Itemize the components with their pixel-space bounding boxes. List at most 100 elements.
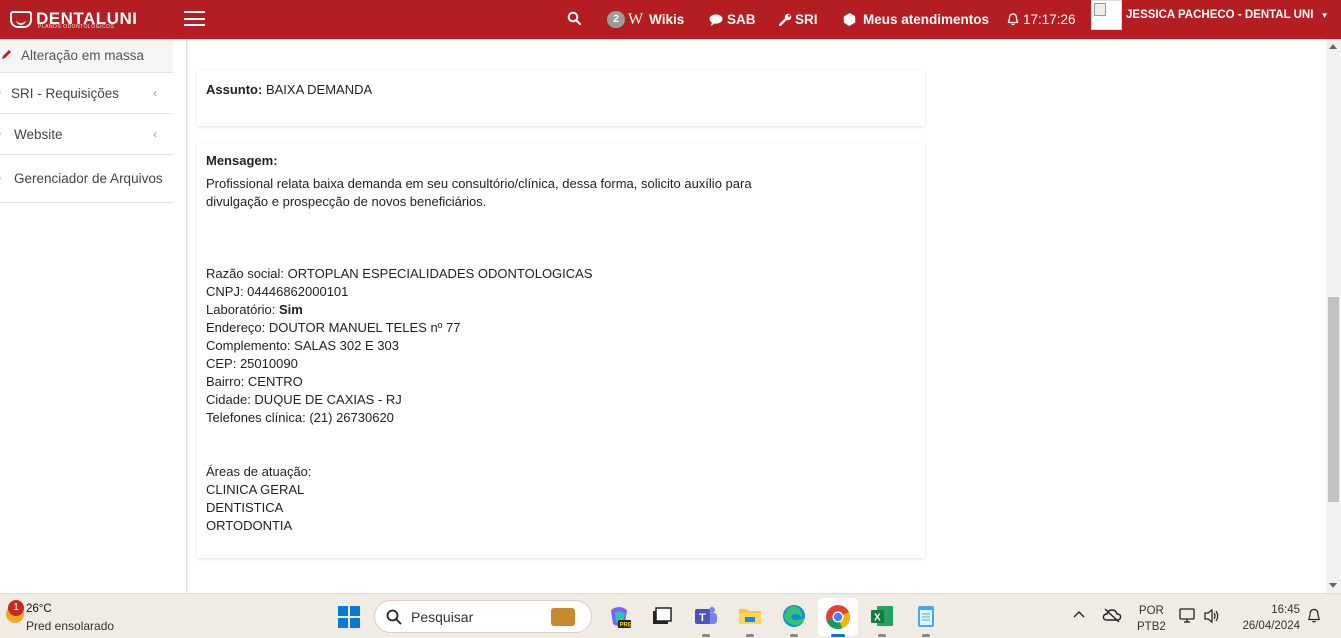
teams-icon[interactable]: T	[692, 602, 720, 637]
meus-atendimentos-label: Meus atendimentos	[863, 12, 990, 27]
cep: CEP: 25010090	[206, 356, 298, 371]
temperature: 26°C	[26, 603, 52, 615]
sidebar: Alteração em massa • SRI - Requisições ‹…	[0, 39, 187, 593]
laboratorio-label: Laboratório:	[206, 302, 279, 317]
tooth-logo-icon	[10, 10, 32, 28]
chevron-left-icon: ‹	[153, 86, 157, 100]
sidebar-item-label: SRI - Requisições	[11, 85, 120, 101]
running-indicator	[878, 634, 886, 637]
sidebar-item-label: Gerenciador de Arquivos	[14, 171, 163, 186]
running-indicator	[790, 634, 798, 637]
language-code: POR	[1138, 605, 1164, 617]
weather-condition: Pred ensolarado	[26, 619, 115, 633]
wrench-icon	[779, 13, 792, 26]
caret-down-icon: ▼	[1320, 11, 1329, 20]
subject-card: Assunto: BAIXA DEMANDA	[197, 70, 925, 126]
areas-label: Áreas de atuação:	[206, 464, 312, 479]
clock-time: 16:45	[1271, 604, 1300, 616]
copilot-icon[interactable]: PRE	[605, 602, 633, 630]
windows-taskbar: 1 26°C Pred ensolarado Pesquisar PRE T X	[0, 593, 1341, 638]
nav-clock: 17:17:26	[1007, 0, 1076, 39]
message-label: Mensagem:	[206, 153, 278, 168]
clock-date: 26/04/2024	[1242, 620, 1300, 632]
search-placeholder: Pesquisar	[411, 608, 474, 625]
sri-label: SRI	[795, 12, 818, 27]
task-view-icon[interactable]	[648, 602, 676, 630]
chrome-browser-icon[interactable]	[818, 598, 858, 637]
svg-text:PRE: PRE	[620, 623, 632, 629]
taskbar-search-input[interactable]: Pesquisar	[374, 600, 592, 633]
running-indicator	[746, 634, 754, 637]
notification-badge: 1	[8, 600, 24, 616]
sidebar-item-website[interactable]: • Website ‹	[0, 114, 173, 155]
message-card: Mensagem: Profissional relata baixa dema…	[197, 143, 925, 558]
scroll-up-arrow-icon[interactable]	[1329, 44, 1337, 49]
svg-text:T: T	[699, 612, 706, 624]
search-icon	[386, 609, 402, 624]
dot-icon: •	[0, 128, 9, 140]
page-scrollbar[interactable]	[1326, 39, 1341, 593]
sidebar-item-label: Alteração em massa	[21, 48, 145, 63]
network-icon[interactable]	[1179, 608, 1197, 638]
dentaluni-logo[interactable]: DENTALUNI PLANOS ODONTOLÓGICOS	[10, 6, 145, 32]
keyboard-layout: PTB2	[1137, 621, 1166, 633]
active-app-indicator	[831, 634, 845, 637]
razao-social: Razão social: ORTOPLAN ESPECIALIDADES OD…	[206, 266, 593, 281]
windows-start-icon[interactable]	[338, 606, 360, 628]
taskbar-clock[interactable]: 16:45 26/04/2024	[1234, 602, 1300, 634]
sidebar-item-alteracao-em-massa[interactable]: Alteração em massa	[0, 39, 173, 73]
bairro: Bairro: CENTRO	[206, 374, 303, 389]
pencil-icon	[1, 49, 13, 63]
broken-image-icon	[1094, 3, 1106, 16]
sidebar-item-gerenciador-de-arquivos[interactable]: • Gerenciador de Arquivos	[0, 155, 173, 203]
file-explorer-icon[interactable]	[736, 602, 764, 637]
sidebar-item-sri-requisicoes[interactable]: • SRI - Requisições ‹	[0, 73, 173, 114]
dot-icon: •	[0, 87, 9, 99]
notification-bell-icon[interactable]	[1307, 608, 1321, 638]
volume-icon[interactable]	[1203, 608, 1221, 638]
notepad-icon[interactable]	[912, 602, 940, 637]
telefones: Telefones clínica: (21) 26730620	[206, 410, 394, 425]
server-time: 17:17:26	[1023, 12, 1076, 27]
edge-browser-icon[interactable]	[780, 602, 808, 637]
running-indicator	[922, 634, 930, 637]
logo-subtitle: PLANOS ODONTOLÓGICOS	[38, 24, 115, 30]
subject-label: Assunto:	[206, 82, 263, 97]
language-indicator[interactable]: POR PTB2	[1137, 603, 1166, 635]
scroll-thumb[interactable]	[1328, 297, 1339, 502]
laboratorio: Laboratório: Sim	[206, 301, 766, 319]
cnpj: CNPJ: 04446862000101	[206, 284, 349, 299]
top-navbar: DENTALUNI PLANOS ODONTOLÓGICOS 2 W Wikis…	[0, 0, 1341, 39]
bell-icon	[1007, 13, 1019, 26]
laboratorio-value: Sim	[279, 302, 303, 317]
subject-value: BAIXA DEMANDA	[265, 82, 373, 97]
svg-text:X: X	[874, 613, 881, 624]
tray-overflow-chevron-icon[interactable]	[1073, 609, 1085, 638]
nav-sri[interactable]: SRI	[779, 0, 818, 39]
weather-widget[interactable]: 1 26°C Pred ensolarado	[4, 599, 134, 635]
user-menu[interactable]: JESSICA PACHECO - DENTAL UNI ▼	[1126, 0, 1329, 30]
user-avatar[interactable]	[1091, 0, 1122, 30]
search-icon[interactable]	[567, 11, 581, 25]
area-item: CLINICA GERAL	[206, 482, 305, 497]
chat-bubble-icon	[709, 13, 723, 26]
onedrive-offline-icon[interactable]	[1102, 607, 1122, 638]
message-text-line: divulgação e prospecção de novos benefic…	[206, 194, 487, 209]
dot-icon: •	[0, 173, 9, 185]
message-body: Profissional relata baixa demanda em seu…	[206, 175, 766, 535]
cidade: Cidade: DUQUE DE CAXIAS - RJ	[206, 392, 402, 407]
scroll-down-arrow-icon[interactable]	[1329, 583, 1337, 588]
nav-wikis[interactable]: 2 W Wikis	[607, 0, 684, 39]
main-content: Assunto: BAIXA DEMANDA Mensagem: Profiss…	[188, 39, 1326, 593]
user-name-label: JESSICA PACHECO - DENTAL UNI	[1126, 9, 1314, 21]
briefcase-icon	[551, 608, 575, 626]
chevron-left-icon: ‹	[153, 127, 157, 141]
nav-sab[interactable]: SAB	[709, 0, 756, 39]
excel-icon[interactable]: X	[868, 602, 896, 637]
running-indicator	[702, 634, 710, 637]
ticket-icon	[843, 13, 856, 26]
endereco: Endereço: DOUTOR MANUEL TELES nº 77	[206, 320, 461, 335]
nav-meus-atendimentos[interactable]: Meus atendimentos	[842, 0, 989, 39]
area-item: DENTISTICA	[206, 500, 284, 515]
hamburger-menu-icon[interactable]	[184, 11, 205, 26]
